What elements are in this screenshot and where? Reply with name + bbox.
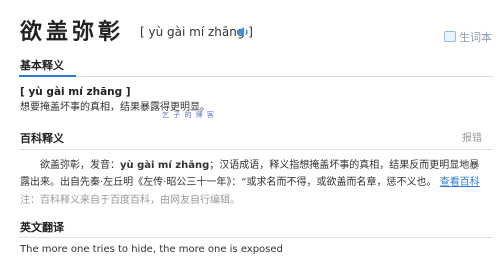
word-title: 欲盖弥彰 (20, 20, 125, 45)
english-section-title: 英文翻译 (20, 221, 64, 234)
speaker-icon[interactable] (236, 24, 250, 38)
tab-divider (19, 76, 493, 77)
english-translation: The more one tries to hide, the more one… (20, 244, 283, 255)
view-baike-link[interactable]: 查看百科 (440, 177, 480, 188)
tab-active-indicator (19, 75, 76, 77)
notebook-icon (444, 31, 456, 42)
baike-paragraph: 欲盖弥彰，发音：yù gài mí zhāng；汉语成语，释义指想掩盖坏事的真相… (20, 157, 480, 191)
baike-source-note: 注：百科释义来自于百度百科，由网友自行编辑。 (20, 195, 240, 206)
baike-text-start: 欲盖弥彰，发音： (40, 160, 120, 171)
baike-section-title: 百科释义 (20, 132, 64, 145)
tab-basic-definition[interactable]: 基本释义 (20, 59, 64, 72)
new-word-book-label: 生词本 (459, 31, 492, 44)
section-divider (19, 149, 493, 150)
report-error-link[interactable]: 报错 (462, 132, 482, 145)
definition-pinyin: [ yù gài mí zhāng ] (20, 86, 131, 98)
new-word-book-button[interactable]: 生词本 (444, 31, 492, 44)
section-divider (19, 237, 493, 238)
baike-pinyin: yù gài mí zhāng (120, 160, 210, 171)
watermark-overlay: 乞 子 的 博 客 (160, 111, 217, 120)
